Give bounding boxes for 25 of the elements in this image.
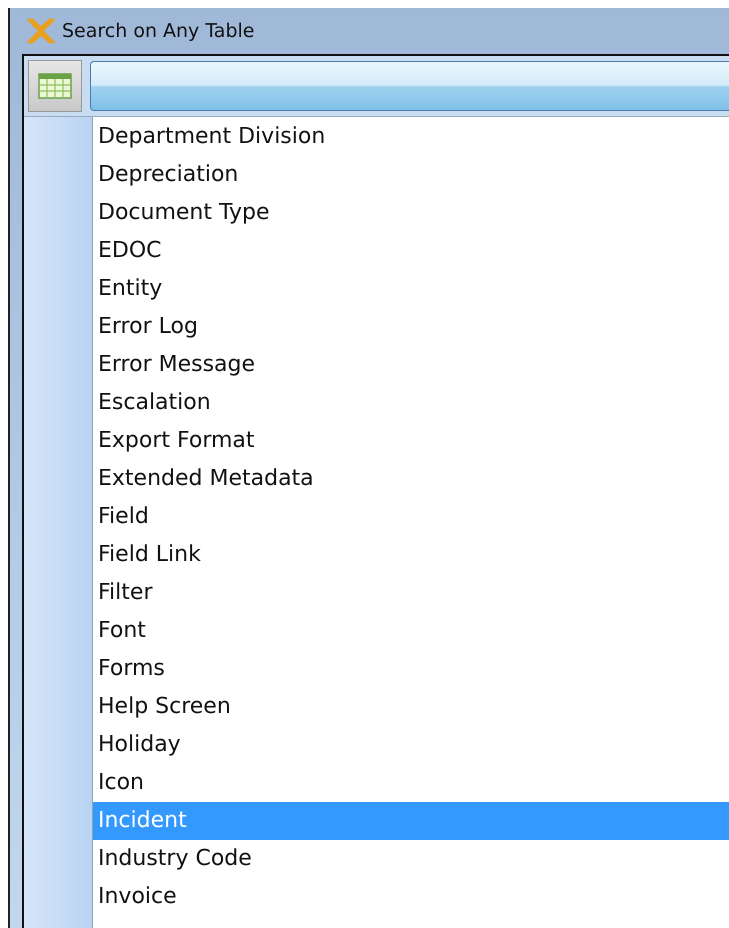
window-title: Search on Any Table [62,20,254,42]
search-field[interactable] [90,61,729,111]
list-item[interactable]: Field [93,498,729,536]
list-item[interactable]: Holiday [93,726,729,764]
list-item[interactable]: Entity [93,270,729,308]
list-item[interactable]: Invoice [93,878,729,916]
list-item[interactable]: Font [93,612,729,650]
list-item[interactable]: Depreciation [93,156,729,194]
list-item[interactable]: Error Message [93,346,729,384]
list-item[interactable]: EDOC [93,232,729,270]
list-item[interactable]: Error Log [93,308,729,346]
app-logo-icon [26,16,56,46]
list-item[interactable]: Escalation [93,384,729,422]
list-item[interactable]: Department Division [93,118,729,156]
table-button[interactable] [28,60,82,112]
list-item[interactable]: Industry Code [93,840,729,878]
list-item[interactable]: Help Screen [93,688,729,726]
list-item[interactable]: Forms [93,650,729,688]
list-item[interactable]: Document Type [93,194,729,232]
list-item[interactable]: Field Link [93,536,729,574]
list-item[interactable]: Extended Metadata [93,460,729,498]
list-item[interactable]: Filter [93,574,729,612]
list-item[interactable]: Icon [93,764,729,802]
table-icon [38,73,72,99]
list-item[interactable]: Export Format [93,422,729,460]
